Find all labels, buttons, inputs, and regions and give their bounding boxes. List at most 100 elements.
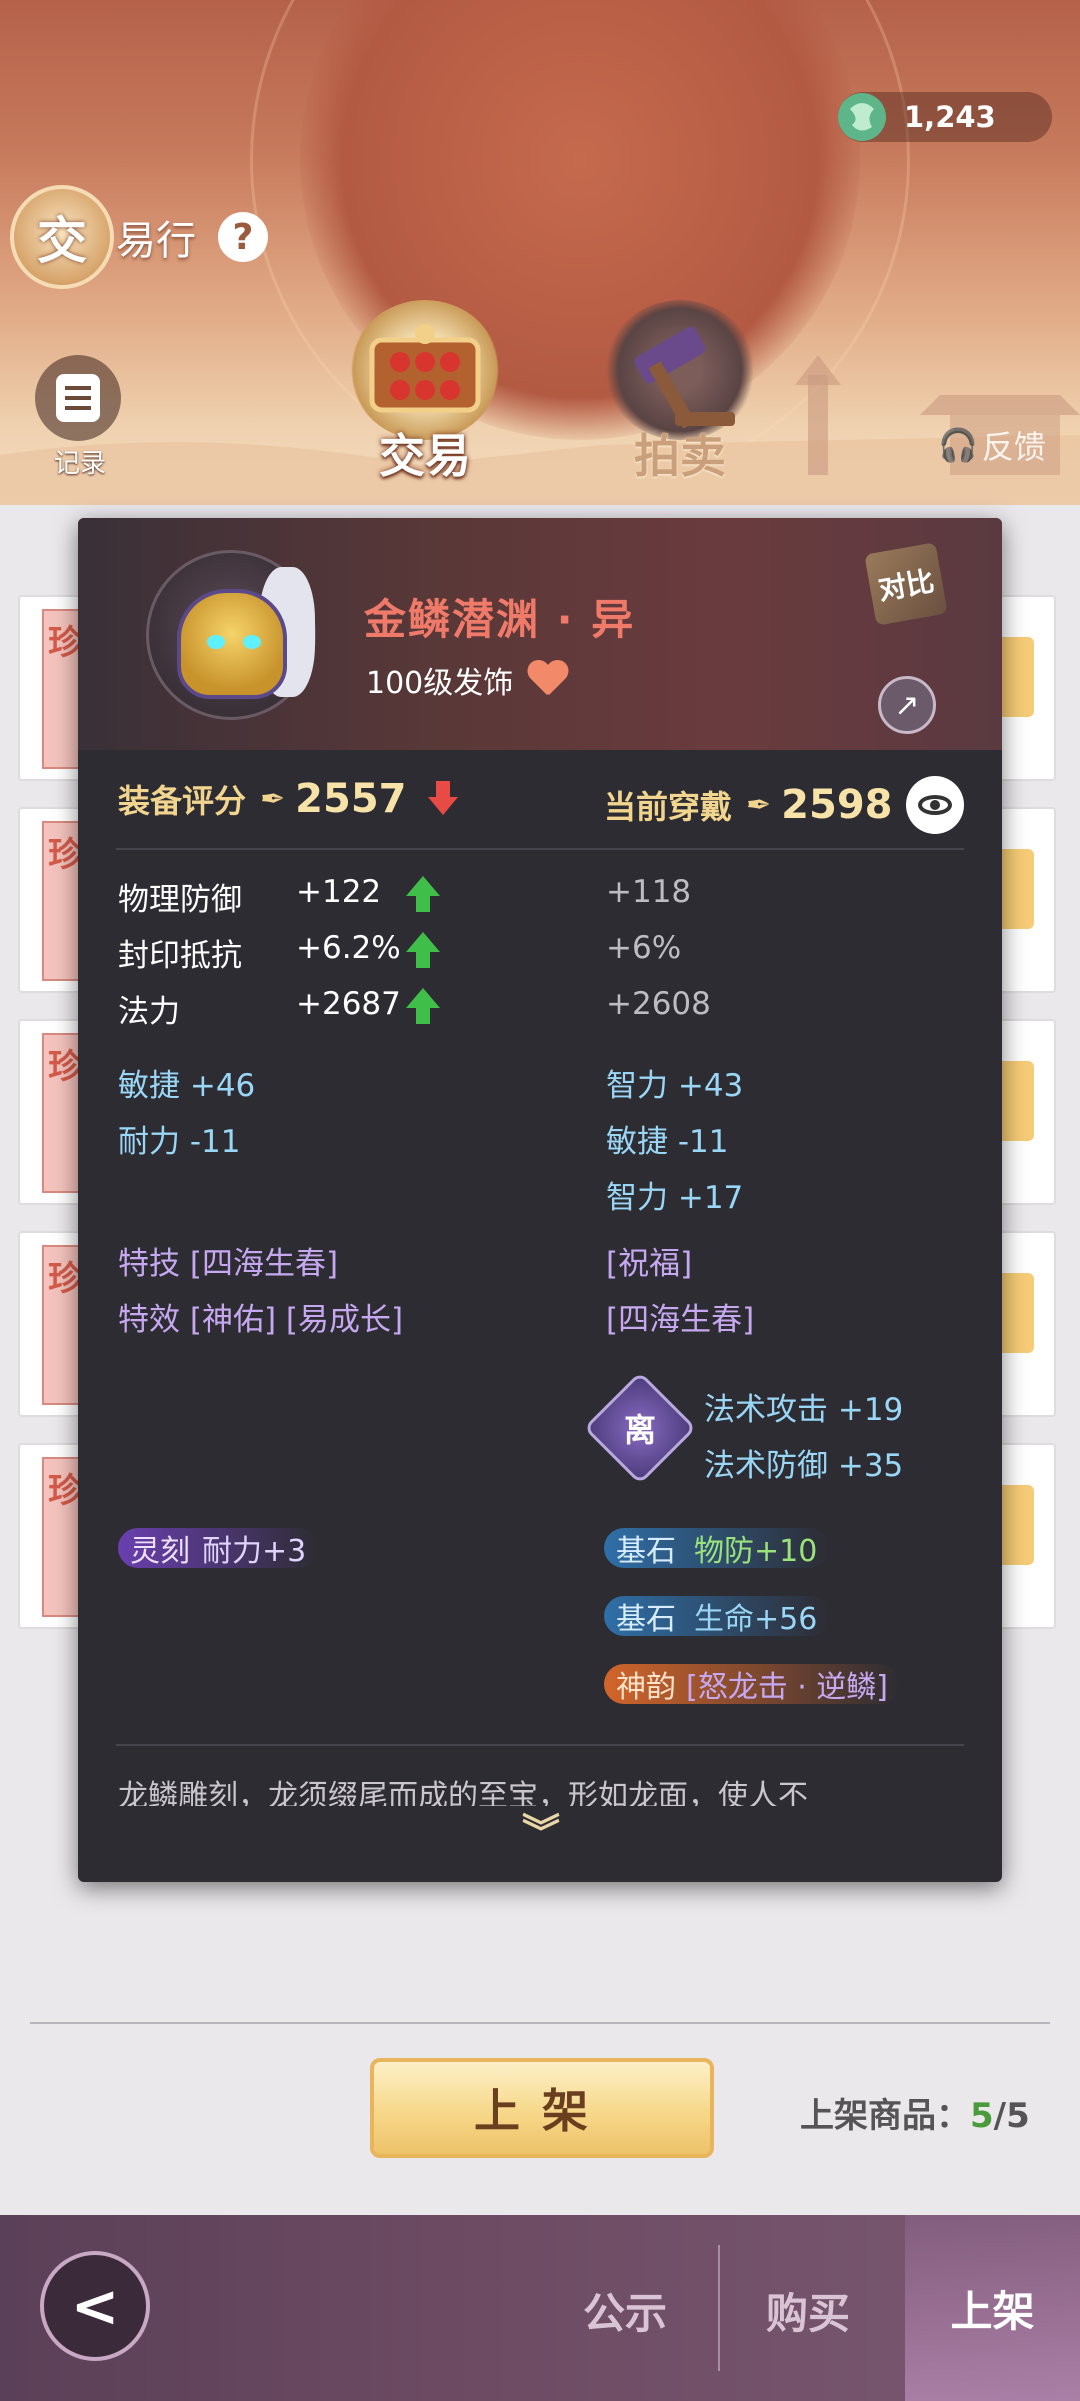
currency-display[interactable]: 1,243 bbox=[838, 92, 1052, 142]
shenyun-value: [怒龙击 · 逆鳞] bbox=[686, 1670, 889, 1705]
bonus-attr-name: 敏捷 bbox=[118, 1068, 180, 1104]
bonus-attr-name: 耐力 bbox=[118, 1124, 180, 1160]
base-stone-badge: 基石 物防+10 bbox=[604, 1528, 830, 1569]
stat-name: 物理防御 bbox=[118, 882, 242, 918]
listing-count-label: 上架商品： bbox=[800, 2096, 970, 2136]
item-level-type-text: 100级发饰 bbox=[366, 666, 514, 701]
current-bonus-attr: 智力 +17 bbox=[606, 1172, 743, 1217]
engrave-label: 灵刻 bbox=[130, 1534, 190, 1569]
item-helmet-icon bbox=[146, 550, 316, 720]
expand-chevron-icon[interactable]: ︾ bbox=[514, 1813, 568, 1853]
gavel-icon bbox=[605, 300, 755, 440]
page-title: 交 易行 ? bbox=[10, 185, 268, 289]
special-skill: 特技 [四海生春] bbox=[118, 1238, 338, 1283]
bonus-attr-value: +17 bbox=[677, 1180, 744, 1216]
title-text: 易行 bbox=[116, 218, 196, 264]
gem-stat-name: 法术防御 bbox=[704, 1448, 828, 1484]
li-gem-label: 离 bbox=[623, 1411, 656, 1449]
special-effect-value: [神佑] [易成长] bbox=[189, 1302, 404, 1338]
gem-stat-value: +35 bbox=[837, 1448, 904, 1484]
base-stone-label: 基石 bbox=[616, 1602, 676, 1637]
abacus-icon bbox=[350, 300, 500, 440]
tab-auction[interactable]: 拍卖 bbox=[595, 300, 765, 486]
feedback-label: 反馈 bbox=[981, 428, 1046, 466]
base-stone-label: 基石 bbox=[616, 1534, 676, 1569]
base-stone-badge: 基石 生命+56 bbox=[604, 1596, 830, 1637]
title-char: 交 bbox=[37, 211, 87, 270]
record-label: 记录 bbox=[53, 449, 106, 479]
stat-value: +122 bbox=[296, 874, 382, 910]
listing-count: 上架商品：5/5 bbox=[800, 2088, 1030, 2137]
current-special-effect: [四海生春] bbox=[606, 1302, 755, 1338]
tab-buy[interactable]: 购买 bbox=[718, 2255, 898, 2365]
compare-button[interactable]: 对比 bbox=[864, 542, 948, 626]
divider-line bbox=[116, 1744, 964, 1746]
current-equip-score: 当前穿戴 ✒ 2598 bbox=[604, 776, 965, 834]
bonus-attr-name: 智力 bbox=[606, 1180, 668, 1216]
current-stat-value: +2608 bbox=[606, 986, 711, 1022]
bonus-attr: 耐力 -11 bbox=[118, 1116, 241, 1161]
helmet-eye bbox=[207, 635, 225, 649]
tab-announce[interactable]: 公示 bbox=[535, 2255, 715, 2365]
listing-count-total: /5 bbox=[993, 2096, 1030, 2136]
share-icon[interactable]: ↗ bbox=[878, 676, 936, 734]
current-stat-value: +6% bbox=[606, 930, 682, 966]
item-detail-popup[interactable]: 金鳞潜渊 · 异 100级发饰 对比 ↗ 装备评分 ✒ 2557 当前穿戴 ✒ … bbox=[78, 518, 1002, 1882]
stat-value: +6.2% bbox=[296, 930, 401, 966]
headset-icon: 🎧 bbox=[938, 426, 978, 464]
back-arrow-icon: < bbox=[70, 2272, 120, 2340]
up-arrow-icon bbox=[406, 988, 440, 1026]
view-eye-icon[interactable] bbox=[906, 776, 965, 834]
gem-stat-value: +19 bbox=[837, 1392, 904, 1428]
rarity-tag-label: 珍 bbox=[48, 623, 82, 663]
gem-stat: 法术攻击 +19 bbox=[704, 1384, 903, 1429]
special-skill-label: 特技 bbox=[118, 1246, 180, 1282]
tab-sell[interactable]: 上架 bbox=[905, 2215, 1080, 2401]
gem-stat: 法术防御 +35 bbox=[704, 1440, 903, 1485]
back-button[interactable]: < bbox=[40, 2251, 150, 2361]
helmet-eye bbox=[243, 635, 261, 649]
item-description: 龙鳞雕刻，龙须缀尾而成的至宝，形如龙面，使人不 bbox=[118, 1779, 808, 1806]
bonus-attr-value: -11 bbox=[189, 1124, 241, 1160]
current-bonus-attr: 敏捷 -11 bbox=[606, 1116, 729, 1161]
item-name: 金鳞潜渊 · 异 bbox=[364, 595, 636, 644]
bottom-nav: < 公示 购买 上架 bbox=[0, 2215, 1080, 2401]
currency-amount: 1,243 bbox=[904, 100, 996, 134]
stat-name: 封印抵抗 bbox=[118, 938, 242, 974]
bonus-attr-value: -11 bbox=[677, 1124, 729, 1160]
item-header: 金鳞潜渊 · 异 100级发饰 对比 ↗ bbox=[78, 518, 1002, 750]
bonus-attr: 敏捷 +46 bbox=[118, 1060, 255, 1105]
current-score-label: 当前穿戴 bbox=[604, 788, 733, 826]
item-level-type: 100级发饰 bbox=[366, 658, 569, 702]
bonus-attr-value: +46 bbox=[189, 1068, 256, 1104]
stat-name: 法力 bbox=[118, 994, 180, 1030]
up-arrow-icon bbox=[406, 876, 440, 914]
record-button[interactable]: 记录 bbox=[35, 355, 125, 480]
rarity-tag-label: 珍 bbox=[48, 1047, 82, 1087]
favorite-heart-icon[interactable] bbox=[527, 661, 569, 699]
list-item-button[interactable]: 上架 bbox=[370, 2058, 714, 2158]
current-stat-value: +118 bbox=[606, 874, 692, 910]
equip-score-label: 装备评分 bbox=[118, 782, 247, 820]
helmet-shape bbox=[177, 589, 287, 699]
special-effect-label: 特效 bbox=[118, 1302, 180, 1338]
help-icon[interactable]: ? bbox=[218, 212, 268, 262]
feedback-button[interactable]: 🎧 反馈 bbox=[938, 422, 1046, 468]
brush-icon: ✒ bbox=[746, 787, 772, 823]
special-effect: 特效 [神佑] [易成长] bbox=[118, 1294, 403, 1339]
jade-dragon-coin-icon bbox=[838, 93, 886, 141]
divider-line bbox=[116, 848, 964, 850]
equip-score-value: 2557 bbox=[295, 776, 407, 822]
section-divider bbox=[30, 2022, 1050, 2024]
rarity-tag-label: 珍 bbox=[48, 1259, 82, 1299]
engrave-badge: 灵刻 耐力+3 bbox=[118, 1528, 319, 1569]
shenyun-badge: 神韵 [怒龙击 · 逆鳞] bbox=[604, 1664, 901, 1705]
record-list-icon bbox=[35, 355, 121, 441]
bonus-attr-value: +43 bbox=[677, 1068, 744, 1104]
title-badge: 交 bbox=[10, 185, 114, 289]
current-special-skill: [祝福] bbox=[606, 1246, 693, 1282]
tab-trade[interactable]: 交易 bbox=[340, 300, 510, 486]
pagoda-skyline bbox=[0, 355, 1080, 505]
bonus-attr-name: 智力 bbox=[606, 1068, 668, 1104]
current-bonus-attr: 智力 +43 bbox=[606, 1060, 743, 1105]
